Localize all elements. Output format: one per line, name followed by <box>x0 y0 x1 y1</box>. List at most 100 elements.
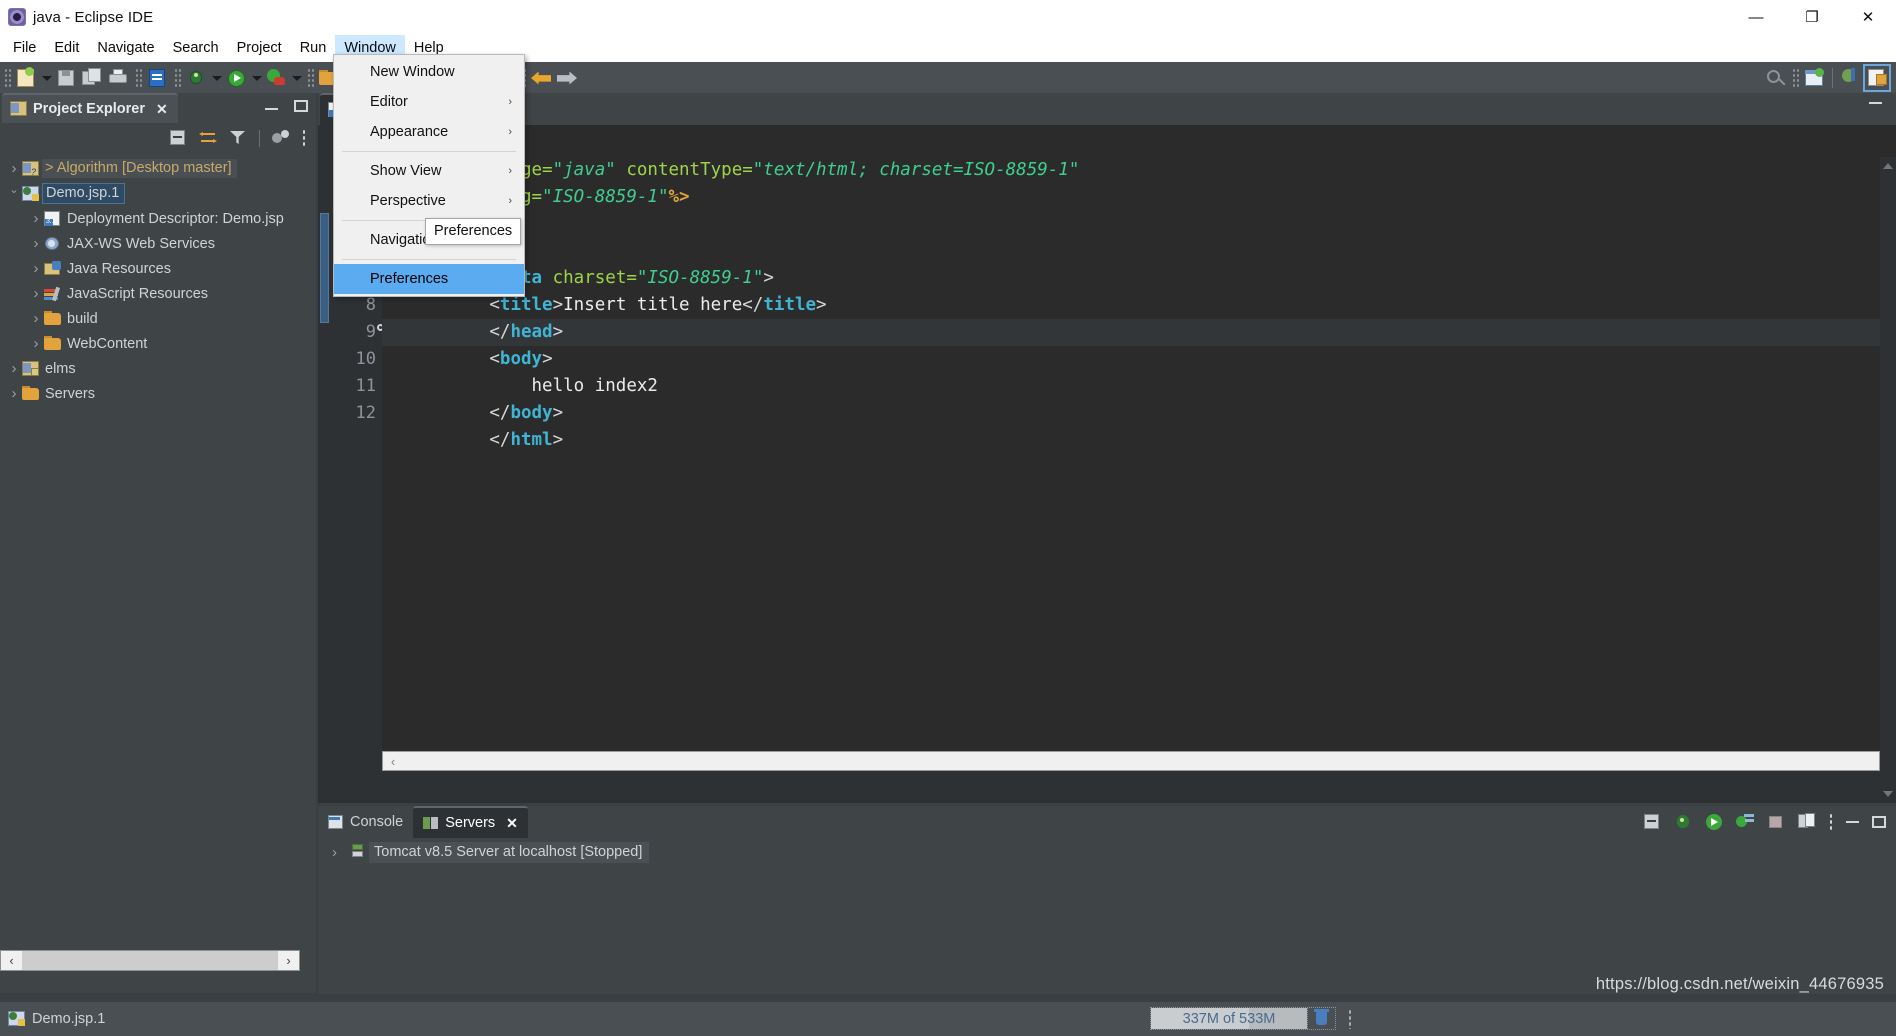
menu-item-editor[interactable]: Editor › <box>334 87 524 117</box>
expand-arrow-icon[interactable] <box>6 360 22 377</box>
toolbar-grip-6[interactable] <box>1791 66 1799 89</box>
run-dropdown-icon[interactable] <box>249 65 263 91</box>
expand-arrow-icon[interactable] <box>6 385 22 402</box>
menu-item-show-view[interactable]: Show View › <box>334 156 524 186</box>
close-icon[interactable]: ✕ <box>506 815 518 832</box>
tab-console[interactable]: Console <box>318 806 413 838</box>
new-file-icon[interactable] <box>13 65 39 91</box>
close-icon[interactable]: ✕ <box>156 101 168 118</box>
expand-arrow-icon[interactable] <box>28 310 44 327</box>
toolbar-grip-4[interactable] <box>306 66 314 89</box>
expand-arrow-icon[interactable] <box>28 260 44 277</box>
menu-search[interactable]: Search <box>164 35 228 61</box>
editor-code[interactable]: guage="java" contentType="text/html; cha… <box>382 125 1896 771</box>
web-perspective-icon[interactable] <box>1863 63 1891 92</box>
minimize-icon[interactable] <box>1846 821 1859 823</box>
code-line[interactable]: guage="java" contentType="text/html; cha… <box>382 130 1896 180</box>
scroll-left-icon[interactable]: ‹ <box>383 754 403 769</box>
scroll-down-icon[interactable] <box>1883 791 1893 799</box>
expand-arrow-icon[interactable] <box>28 335 44 352</box>
menu-project[interactable]: Project <box>228 35 291 61</box>
tab-servers[interactable]: Servers ✕ <box>413 806 528 838</box>
run-on-server-icon[interactable] <box>263 65 289 91</box>
filter-icon[interactable] <box>229 129 247 147</box>
scroll-up-icon[interactable] <box>1883 161 1893 169</box>
publish-icon[interactable] <box>1798 813 1816 831</box>
view-menu-icon[interactable] <box>272 129 290 147</box>
scroll-right-icon[interactable]: › <box>278 951 299 970</box>
collapse-all-icon[interactable] <box>1643 813 1661 831</box>
close-button[interactable]: ✕ <box>1840 0 1896 34</box>
open-type-icon[interactable] <box>144 65 170 91</box>
menu-item-perspective[interactable]: Perspective › <box>334 186 524 216</box>
run-on-server-dropdown-icon[interactable] <box>289 65 303 91</box>
tree-item-javascript-resources[interactable]: JavaScript Resources <box>0 281 316 306</box>
expand-arrow-icon[interactable]: › <box>332 844 350 861</box>
collapse-all-icon[interactable] <box>169 129 187 147</box>
menu-item-appearance[interactable]: Appearance › <box>334 117 524 147</box>
server-row-tomcat[interactable]: › Tomcat v8.5 Server at localhost [Stopp… <box>318 838 1896 866</box>
start-server-icon[interactable] <box>1705 813 1723 831</box>
link-with-editor-icon[interactable] <box>199 129 217 147</box>
code-line[interactable]: hello index2 <box>382 346 1896 396</box>
menu-edit[interactable]: Edit <box>45 35 88 61</box>
save-icon[interactable] <box>53 65 79 91</box>
toolbar-grip-2[interactable] <box>134 66 142 89</box>
editor-horizontal-scrollbar[interactable]: ‹ <box>382 751 1880 771</box>
debug-dropdown-icon[interactable] <box>209 65 223 91</box>
tree-item-jaxws-web-services[interactable]: JAX-WS Web Services <box>0 231 316 256</box>
code-line-current[interactable]: <body> <box>382 319 1896 369</box>
code-line[interactable]: </html> <box>382 400 1896 450</box>
scrollbar-thumb[interactable] <box>22 951 278 970</box>
run-icon[interactable] <box>223 65 249 91</box>
tree-item-webcontent[interactable]: WebContent <box>0 331 316 356</box>
status-grip[interactable] <box>1348 1009 1352 1029</box>
heap-status-indicator[interactable]: 337M of 533M <box>1150 1007 1336 1030</box>
new-window-icon[interactable] <box>1801 65 1827 91</box>
menu-file[interactable]: File <box>4 35 45 61</box>
menu-run[interactable]: Run <box>291 35 336 61</box>
tree-item-demo-jsp[interactable]: Demo.jsp.1 <box>0 181 316 206</box>
expand-arrow-icon[interactable] <box>28 235 44 252</box>
redo-icon[interactable] <box>554 65 580 91</box>
tree-item-servers[interactable]: Servers <box>0 381 316 406</box>
expand-arrow-icon[interactable] <box>6 160 22 177</box>
restore-button[interactable]: ❐ <box>1784 0 1840 34</box>
toolbar-grip[interactable] <box>3 66 11 89</box>
toolbar-grip-3[interactable] <box>173 66 181 89</box>
scroll-left-icon[interactable]: ‹ <box>1 951 22 970</box>
new-file-dropdown-icon[interactable] <box>39 65 53 91</box>
trash-icon[interactable] <box>1307 1008 1335 1029</box>
tree-item-build[interactable]: build <box>0 306 316 331</box>
undo-icon[interactable] <box>528 65 554 91</box>
heap-bar[interactable]: 337M of 533M <box>1151 1008 1307 1029</box>
expand-arrow-icon[interactable] <box>28 285 44 302</box>
tree-item-algorithm[interactable]: ? > Algorithm [Desktop master] <box>0 156 316 181</box>
search-icon[interactable] <box>1762 65 1788 91</box>
code-line[interactable] <box>382 211 1896 238</box>
menu-navigate[interactable]: Navigate <box>88 35 163 61</box>
minimize-icon[interactable] <box>265 108 278 110</box>
print-icon[interactable] <box>105 65 131 91</box>
tree-item-elms[interactable]: elms <box>0 356 316 381</box>
java-perspective-icon[interactable] <box>1838 65 1864 91</box>
minimize-button[interactable]: — <box>1728 0 1784 34</box>
tree-item-java-resources[interactable]: Java Resources <box>0 256 316 281</box>
editor-vertical-scrollbar[interactable] <box>1880 157 1896 803</box>
maximize-icon[interactable] <box>1872 816 1886 828</box>
stop-server-icon[interactable] <box>1767 813 1785 831</box>
menu-item-new-window[interactable]: New Window <box>334 57 524 87</box>
editor-marker-bar[interactable] <box>318 125 334 771</box>
debug-server-icon[interactable] <box>1674 813 1692 831</box>
more-icon[interactable] <box>302 129 306 147</box>
view-menu-icon[interactable] <box>1829 813 1833 831</box>
menu-item-preferences[interactable]: Preferences <box>334 264 524 294</box>
save-all-icon[interactable] <box>79 65 105 91</box>
debug-icon[interactable] <box>183 65 209 91</box>
profile-server-icon[interactable] <box>1736 813 1754 831</box>
editor-minimize-icon[interactable] <box>1869 102 1882 104</box>
project-explorer-horizontal-scrollbar[interactable]: ‹ › <box>0 950 300 971</box>
expand-arrow-icon[interactable] <box>28 210 44 227</box>
tab-project-explorer[interactable]: Project Explorer ✕ <box>2 93 178 123</box>
tree-item-deployment-descriptor[interactable]: 3.1 Deployment Descriptor: Demo.jsp <box>0 206 316 231</box>
